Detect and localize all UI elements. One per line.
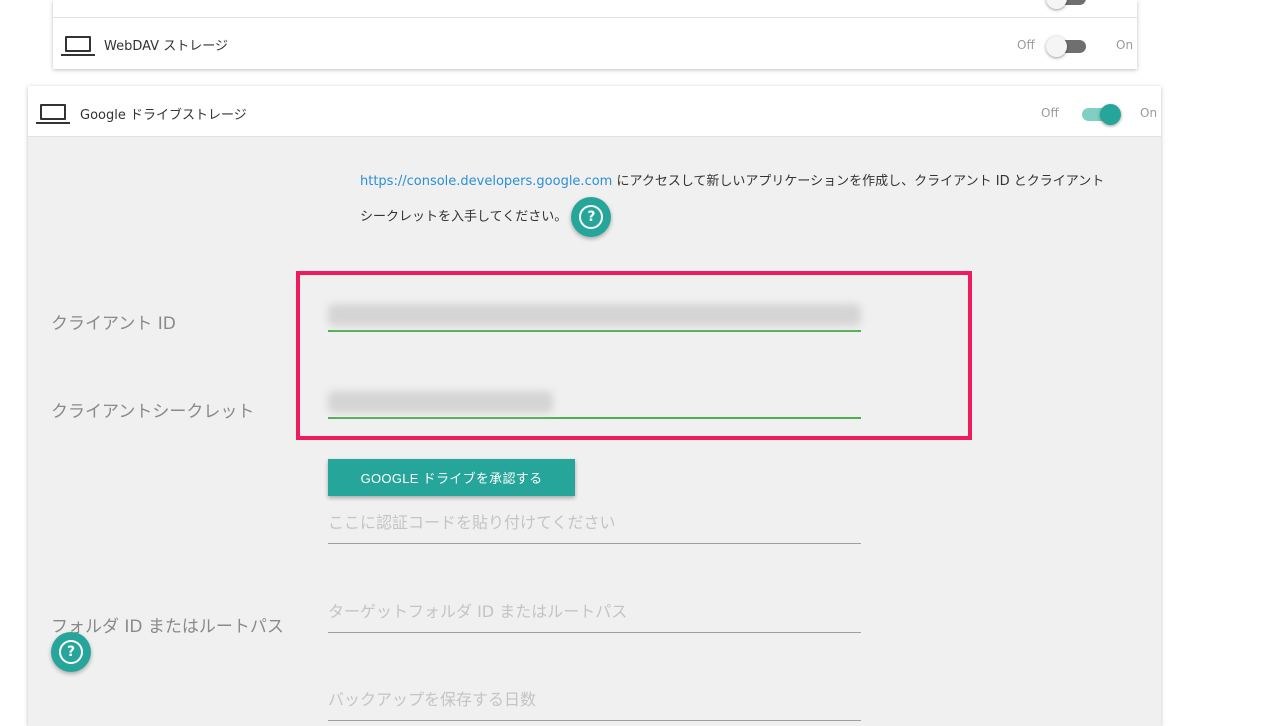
google-drive-toggle[interactable] <box>1078 104 1121 125</box>
developer-console-link[interactable]: https://console.developers.google.com <box>360 174 612 189</box>
google-drive-off-label: Off <box>1041 106 1059 120</box>
webdav-toggle[interactable] <box>1046 36 1086 57</box>
toggle-knob <box>1100 104 1121 125</box>
instructions-text: https://console.developers.google.com にア… <box>360 167 1120 237</box>
laptop-icon <box>61 36 95 56</box>
previous-storage-toggle[interactable] <box>1046 0 1086 9</box>
divider <box>53 17 1137 18</box>
client-id-label: クライアント ID <box>51 314 176 334</box>
google-drive-on-label: On <box>1140 106 1158 120</box>
webdav-on-label: On <box>1116 38 1134 52</box>
help-icon[interactable]: ? <box>51 632 91 672</box>
toggle-knob <box>1046 0 1067 9</box>
laptop-icon <box>36 104 70 124</box>
google-drive-storage-label: Google ドライブストレージ <box>80 108 247 123</box>
highlight-box <box>296 271 972 440</box>
auth-code-field[interactable]: ここに認証コードを貼り付けてください <box>328 509 861 544</box>
authorize-google-drive-button[interactable]: GOOGLE ドライブを承認する <box>328 459 575 496</box>
webdav-card: WebDAV ストレージ Off On <box>53 0 1137 69</box>
webdav-storage-label: WebDAV ストレージ <box>104 39 228 54</box>
folder-field[interactable]: ターゲットフォルダ ID またはルートパス <box>328 598 861 633</box>
folder-placeholder: ターゲットフォルダ ID またはルートパス <box>328 602 628 621</box>
backup-days-field[interactable]: バックアップを保存する日数 <box>328 686 861 721</box>
auth-code-placeholder: ここに認証コードを貼り付けてください <box>328 513 616 532</box>
backup-days-placeholder: バックアップを保存する日数 <box>328 690 537 709</box>
toggle-knob <box>1046 36 1067 57</box>
folder-label: フォルダ ID またはルートパス <box>51 617 284 637</box>
google-drive-header: Google ドライブストレージ Off On <box>28 86 1161 137</box>
client-secret-label: クライアントシークレット <box>51 402 255 422</box>
webdav-off-label: Off <box>1017 38 1035 52</box>
help-icon[interactable]: ? <box>571 197 612 237</box>
